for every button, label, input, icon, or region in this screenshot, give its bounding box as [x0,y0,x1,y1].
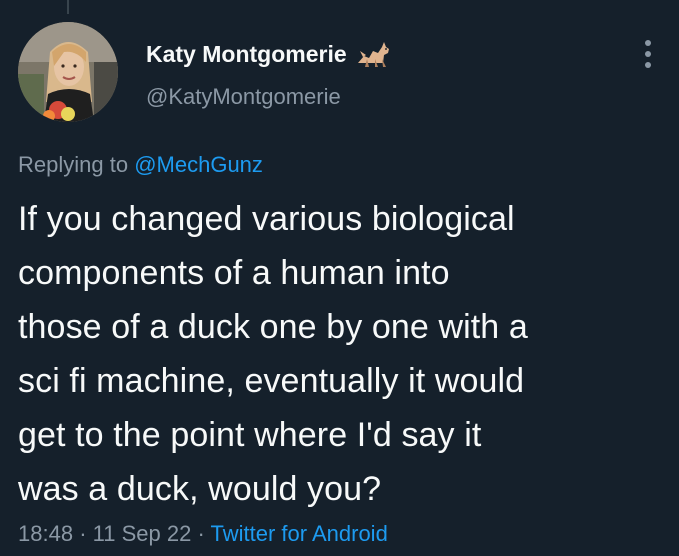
author-name-row: Katy Montgomerie [146,39,393,69]
thread-connector-line [67,0,69,14]
replying-to-label: Replying to [18,152,129,177]
avatar[interactable] [18,22,118,122]
tweet-source-link[interactable]: Twitter for Android [211,521,388,546]
reply-mention-link[interactable]: @MechGunz [134,152,263,177]
more-options-dot [645,51,651,57]
tweet-date[interactable]: 11 Sep 22 [93,521,192,546]
tweet-meta: 18:48 · 11 Sep 22 · Twitter for Android [18,521,388,547]
author-display-name[interactable]: Katy Montgomerie [146,41,347,68]
tweet-text-line: components of a human into [18,254,450,292]
replying-to-line: Replying to @MechGunz [18,152,263,178]
tweet-text-line: those of a duck one by one with a [18,308,528,346]
more-options-icon[interactable] [643,40,653,74]
tweet-time[interactable]: 18:48 [18,521,73,546]
tweet-text-line: get to the point where I'd say it [18,416,482,454]
more-options-dot [645,62,651,68]
tweet-text-line: was a duck, would you? [18,470,382,508]
tweet-text: If you changed various biological compon… [18,192,668,516]
meta-separator: · [197,521,205,546]
author-handle[interactable]: @KatyMontgomerie [146,84,341,110]
tweet-text-line: sci fi machine, eventually it would [18,362,525,400]
meta-separator: · [79,521,87,546]
more-options-dot [645,40,651,46]
avatar-photo [18,22,118,122]
cat-icon [357,42,389,67]
tweet-text-line: If you changed various biological [18,200,515,238]
